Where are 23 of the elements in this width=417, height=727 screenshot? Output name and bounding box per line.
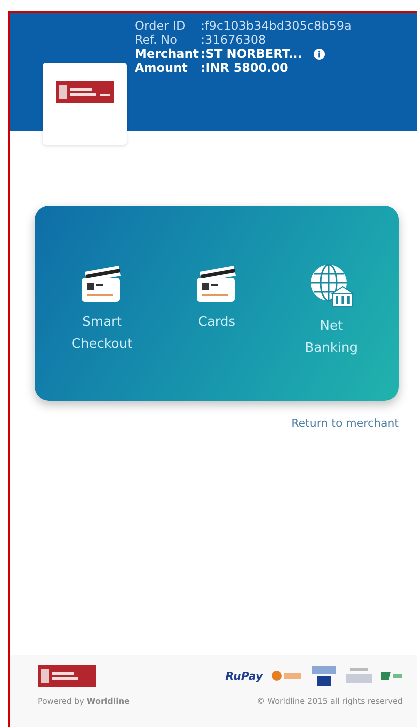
- globe-bank-icon: [308, 264, 355, 308]
- powered-by-text: Powered by Worldline: [38, 697, 130, 706]
- visa-logo-icon: [311, 665, 337, 687]
- field-value: :INR 5800.00: [201, 61, 288, 75]
- field-label: Ref. No: [135, 33, 178, 47]
- field-label: Amount: [135, 61, 189, 75]
- info-icon[interactable]: [314, 48, 326, 60]
- field-label: Order ID: [135, 19, 187, 33]
- partner-logo-icon: [272, 670, 302, 682]
- rupay-logo: RuPay: [226, 670, 263, 682]
- field-value: :f9c103b34bd305c8b59a: [201, 19, 352, 33]
- field-value: :ST NORBERT...: [201, 47, 302, 61]
- return-to-merchant-link[interactable]: Return to merchant: [292, 417, 399, 430]
- field-label: Merchant: [135, 47, 200, 61]
- bank-logo-icon: [38, 665, 96, 687]
- partner-logo-icon: [381, 670, 403, 682]
- payment-option-link[interactable]: Cards: [179, 312, 254, 334]
- payment-option-link[interactable]: Net Banking: [294, 316, 370, 360]
- safekey-logo-icon: [346, 668, 372, 684]
- payment-option-link[interactable]: Smart Checkout: [64, 312, 140, 356]
- copyright-text: © Worldline 2015 all rights reserved: [257, 697, 403, 706]
- bank-logo-icon: [56, 81, 114, 103]
- field-value: :31676308: [201, 33, 266, 47]
